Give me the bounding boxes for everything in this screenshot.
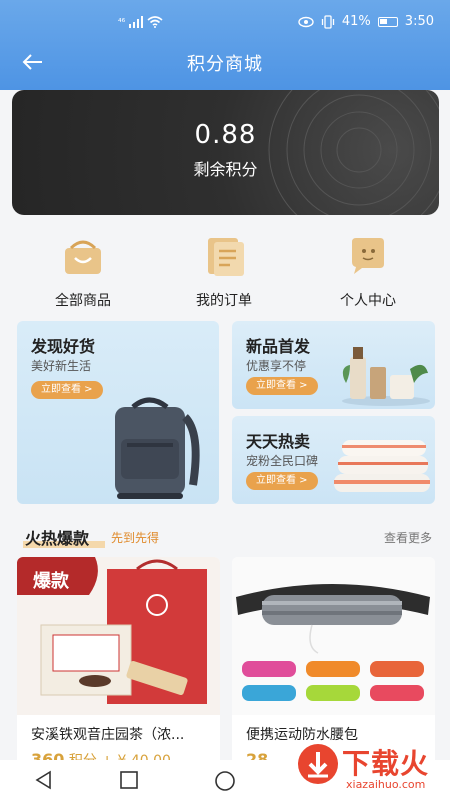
hot-badge: 爆款 — [33, 571, 69, 592]
cosmetics-image — [342, 347, 430, 406]
nav-my-orders[interactable]: 我的订单 — [164, 230, 284, 310]
promo-new-button[interactable]: 立即查看 > — [246, 377, 318, 395]
promo-daily-hot[interactable]: 天天热卖 宠粉全民口碑 立即查看 > — [232, 416, 435, 504]
watermark-domain: xiazaihuo.com — [346, 778, 426, 791]
nav-square-icon[interactable] — [120, 771, 138, 789]
watermark-text: 下载火 — [342, 747, 430, 780]
product-image-tea: 爆款 — [17, 557, 220, 715]
decorative-rings — [268, 90, 439, 215]
nav-all-products[interactable]: 全部商品 — [23, 230, 143, 310]
promo-new-subtitle: 优惠享不停 — [246, 359, 307, 373]
points-label: 剩余积分 — [193, 160, 258, 179]
promo-discover-title: 发现好货 — [31, 337, 96, 356]
order-list-icon — [208, 238, 244, 276]
page-title: 积分商城 — [187, 54, 263, 75]
product-image-waist-bag — [232, 557, 435, 715]
product-name: 安溪铁观音庄园茶（浓... — [31, 727, 185, 743]
points-card: 0.88 剩余积分 — [12, 90, 439, 215]
nav-profile-label: 个人中心 — [340, 293, 396, 309]
promo-new-title: 新品首发 — [246, 337, 311, 356]
eye-icon — [298, 16, 314, 27]
user-chat-icon — [352, 238, 384, 274]
battery-icon — [377, 16, 398, 27]
hot-section-header: 火热爆款 先到先得 查看更多 — [0, 522, 450, 550]
backpack-image — [115, 397, 200, 499]
hot-section-subtitle: 先到先得 — [111, 531, 160, 545]
network-type: ⁴⁶ — [118, 18, 126, 28]
nav-profile[interactable]: 个人中心 — [308, 230, 428, 310]
wifi-icon — [147, 16, 163, 28]
clock: 3:50 — [404, 14, 434, 29]
status-bar: ⁴⁶ 41% 3:50 — [0, 0, 450, 40]
promo-hot-title: 天天热卖 — [246, 432, 311, 451]
product-card[interactable]: 爆款 安溪铁观音庄园茶（浓... 360 积分 + ¥ 40.00 — [17, 557, 220, 772]
network-indicators: ⁴⁶ — [118, 16, 163, 28]
vibrate-icon — [321, 14, 335, 29]
system-indicators: 41% 3:50 — [298, 14, 434, 29]
towels-image — [334, 440, 430, 492]
download-logo-icon — [298, 744, 338, 784]
hot-section-title: 火热爆款 — [22, 525, 106, 549]
site-watermark: 下载火 xiazaihuo.com — [290, 734, 440, 794]
promo-discover-button[interactable]: 立即查看 > — [31, 381, 103, 399]
nav-home-icon[interactable] — [214, 770, 236, 792]
promo-discover-subtitle: 美好新生活 — [31, 359, 92, 373]
quick-nav: 全部商品 我的订单 个人中心 — [0, 230, 450, 310]
promo-hot-subtitle: 宠粉全民口碑 — [246, 454, 319, 468]
promo-discover[interactable]: 发现好货 美好新生活 立即查看 > — [17, 321, 219, 504]
nav-my-orders-label: 我的订单 — [196, 293, 252, 309]
nav-all-products-label: 全部商品 — [55, 293, 111, 309]
app-header: ⁴⁶ 41% 3:50 积分商城 — [0, 0, 450, 90]
view-more-link[interactable]: 查看更多 — [384, 529, 432, 546]
signal-icon — [129, 16, 144, 28]
battery-percent: 41% — [341, 14, 371, 29]
promo-new-arrivals[interactable]: 新品首发 优惠享不停 立即查看 > — [232, 321, 435, 409]
points-value: 0.88 — [194, 120, 257, 150]
basket-icon — [65, 240, 101, 274]
promo-hot-button[interactable]: 立即查看 > — [246, 472, 318, 490]
nav-back-icon[interactable] — [34, 770, 54, 790]
